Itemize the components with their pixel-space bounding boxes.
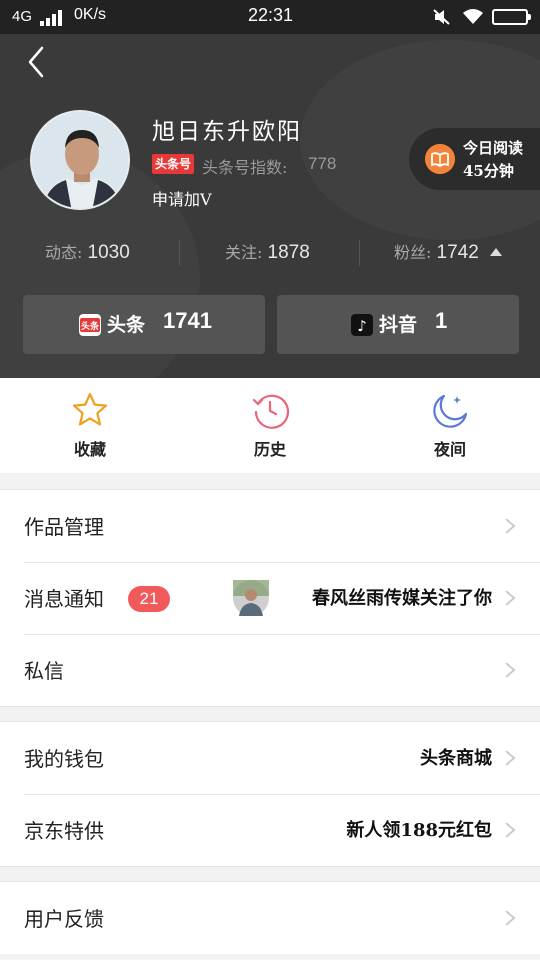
favorites-button[interactable]: 收藏 [0,378,180,473]
menu-feedback[interactable]: 用户反馈 [0,882,540,954]
menu-wallet[interactable]: 我的钱包 头条商城 [0,722,540,794]
stat-value: 1878 [267,242,310,263]
battery-icon [492,9,531,25]
douyin-icon-text: ♪ [357,317,367,335]
platform-count: 1 [435,308,448,333]
history-icon [252,394,290,429]
stat-label: 动态: [45,243,83,262]
stat-fans[interactable]: 粉丝: 1742 [394,236,502,270]
stat-divider [179,240,180,266]
night-mode-label: 夜间 [433,440,466,459]
toutiao-index-value: 778 [308,154,337,173]
network-type: 4G [12,8,33,25]
chevron-right-icon [505,662,516,678]
today-reading-label: 今日阅读 [463,139,524,157]
toutiao-platform-button[interactable]: 头条 头条 1741 [23,295,265,354]
toutiao-icon-text: 头条 [81,320,100,332]
favorites-label: 收藏 [73,440,106,459]
menu-group-support: 用户反馈 [0,881,540,954]
stat-posts[interactable]: 动态: 1030 [45,236,130,270]
notification-preview: 春风丝雨传媒关注了你 [312,588,492,609]
avatar[interactable] [30,110,130,210]
toutiao-icon: 头条 [79,314,101,336]
menu-label: 私信 [24,659,64,683]
stats-bar: 动态: 1030 关注: 1878 粉丝: 1742 [0,236,540,270]
stat-value: 1030 [87,242,130,263]
platform-count: 1741 [163,308,212,333]
user-name: 旭日东升欧阳 [152,119,302,145]
chevron-right-icon [505,750,516,766]
menu-group-content: 作品管理 消息通知 21 春风丝雨传媒关注了你 私信 [0,489,540,707]
stat-following[interactable]: 关注: 1878 [225,236,310,270]
notification-count-badge: 21 [128,586,170,612]
night-mode-button[interactable]: 夜间 [360,378,540,473]
today-reading-pill[interactable]: 今日阅读 45分钟 [409,128,540,190]
chevron-right-icon [505,518,516,534]
arrow-up-icon [489,248,502,256]
today-reading-value: 45分钟 [463,162,514,180]
moon-icon [433,394,468,428]
chevron-right-icon [505,590,516,606]
platform-name: 头条 [107,314,146,336]
stat-divider [359,240,360,266]
mute-icon [433,9,450,25]
menu-private-message[interactable]: 私信 [0,634,540,706]
network-speed: 0K/s [74,6,107,23]
status-bar: 4G 0K/s 22:31 [0,0,540,34]
menu-label: 消息通知 [24,587,104,611]
profile-header: 4G 0K/s 22:31 旭日东升欧阳 头条号 头条号指数: 778 申请加V… [0,0,540,378]
quick-actions: 收藏 历史 夜间 [0,378,540,473]
back-icon[interactable] [22,44,52,80]
jd-subtitle: 新人领188元红包 [346,820,492,841]
menu-label: 我的钱包 [24,747,104,771]
signal-icon [40,10,64,26]
toutiao-index-label: 头条号指数: [202,158,288,177]
chevron-right-icon [505,910,516,926]
menu-group-commerce: 我的钱包 头条商城 京东特供 新人领188元红包 [0,721,540,867]
wallet-subtitle: 头条商城 [420,748,492,769]
history-label: 历史 [253,440,286,459]
stat-value: 1742 [436,242,479,263]
history-button[interactable]: 历史 [180,378,360,473]
douyin-icon: ♪ [351,314,373,336]
menu-label: 京东特供 [24,819,104,843]
notification-avatar [233,580,269,616]
menu-notifications[interactable]: 消息通知 21 春风丝雨传媒关注了你 [0,562,540,634]
chevron-right-icon [505,822,516,838]
toutiao-badge: 头条号 [152,154,194,174]
menu-label: 用户反馈 [24,907,104,931]
platform-name: 抖音 [379,314,418,336]
clock: 22:31 [248,5,294,25]
menu-works[interactable]: 作品管理 [0,490,540,562]
douyin-platform-button[interactable]: ♪ 抖音 1 [277,295,519,354]
apply-v-link[interactable]: 申请加V [152,186,212,210]
book-icon [425,144,455,174]
star-icon [72,392,108,426]
wifi-icon [463,9,483,24]
menu-label: 作品管理 [24,515,104,539]
stat-label: 粉丝: [394,243,432,262]
stat-label: 关注: [225,243,263,262]
menu-jd[interactable]: 京东特供 新人领188元红包 [0,794,540,866]
avatar-photo [32,112,128,208]
